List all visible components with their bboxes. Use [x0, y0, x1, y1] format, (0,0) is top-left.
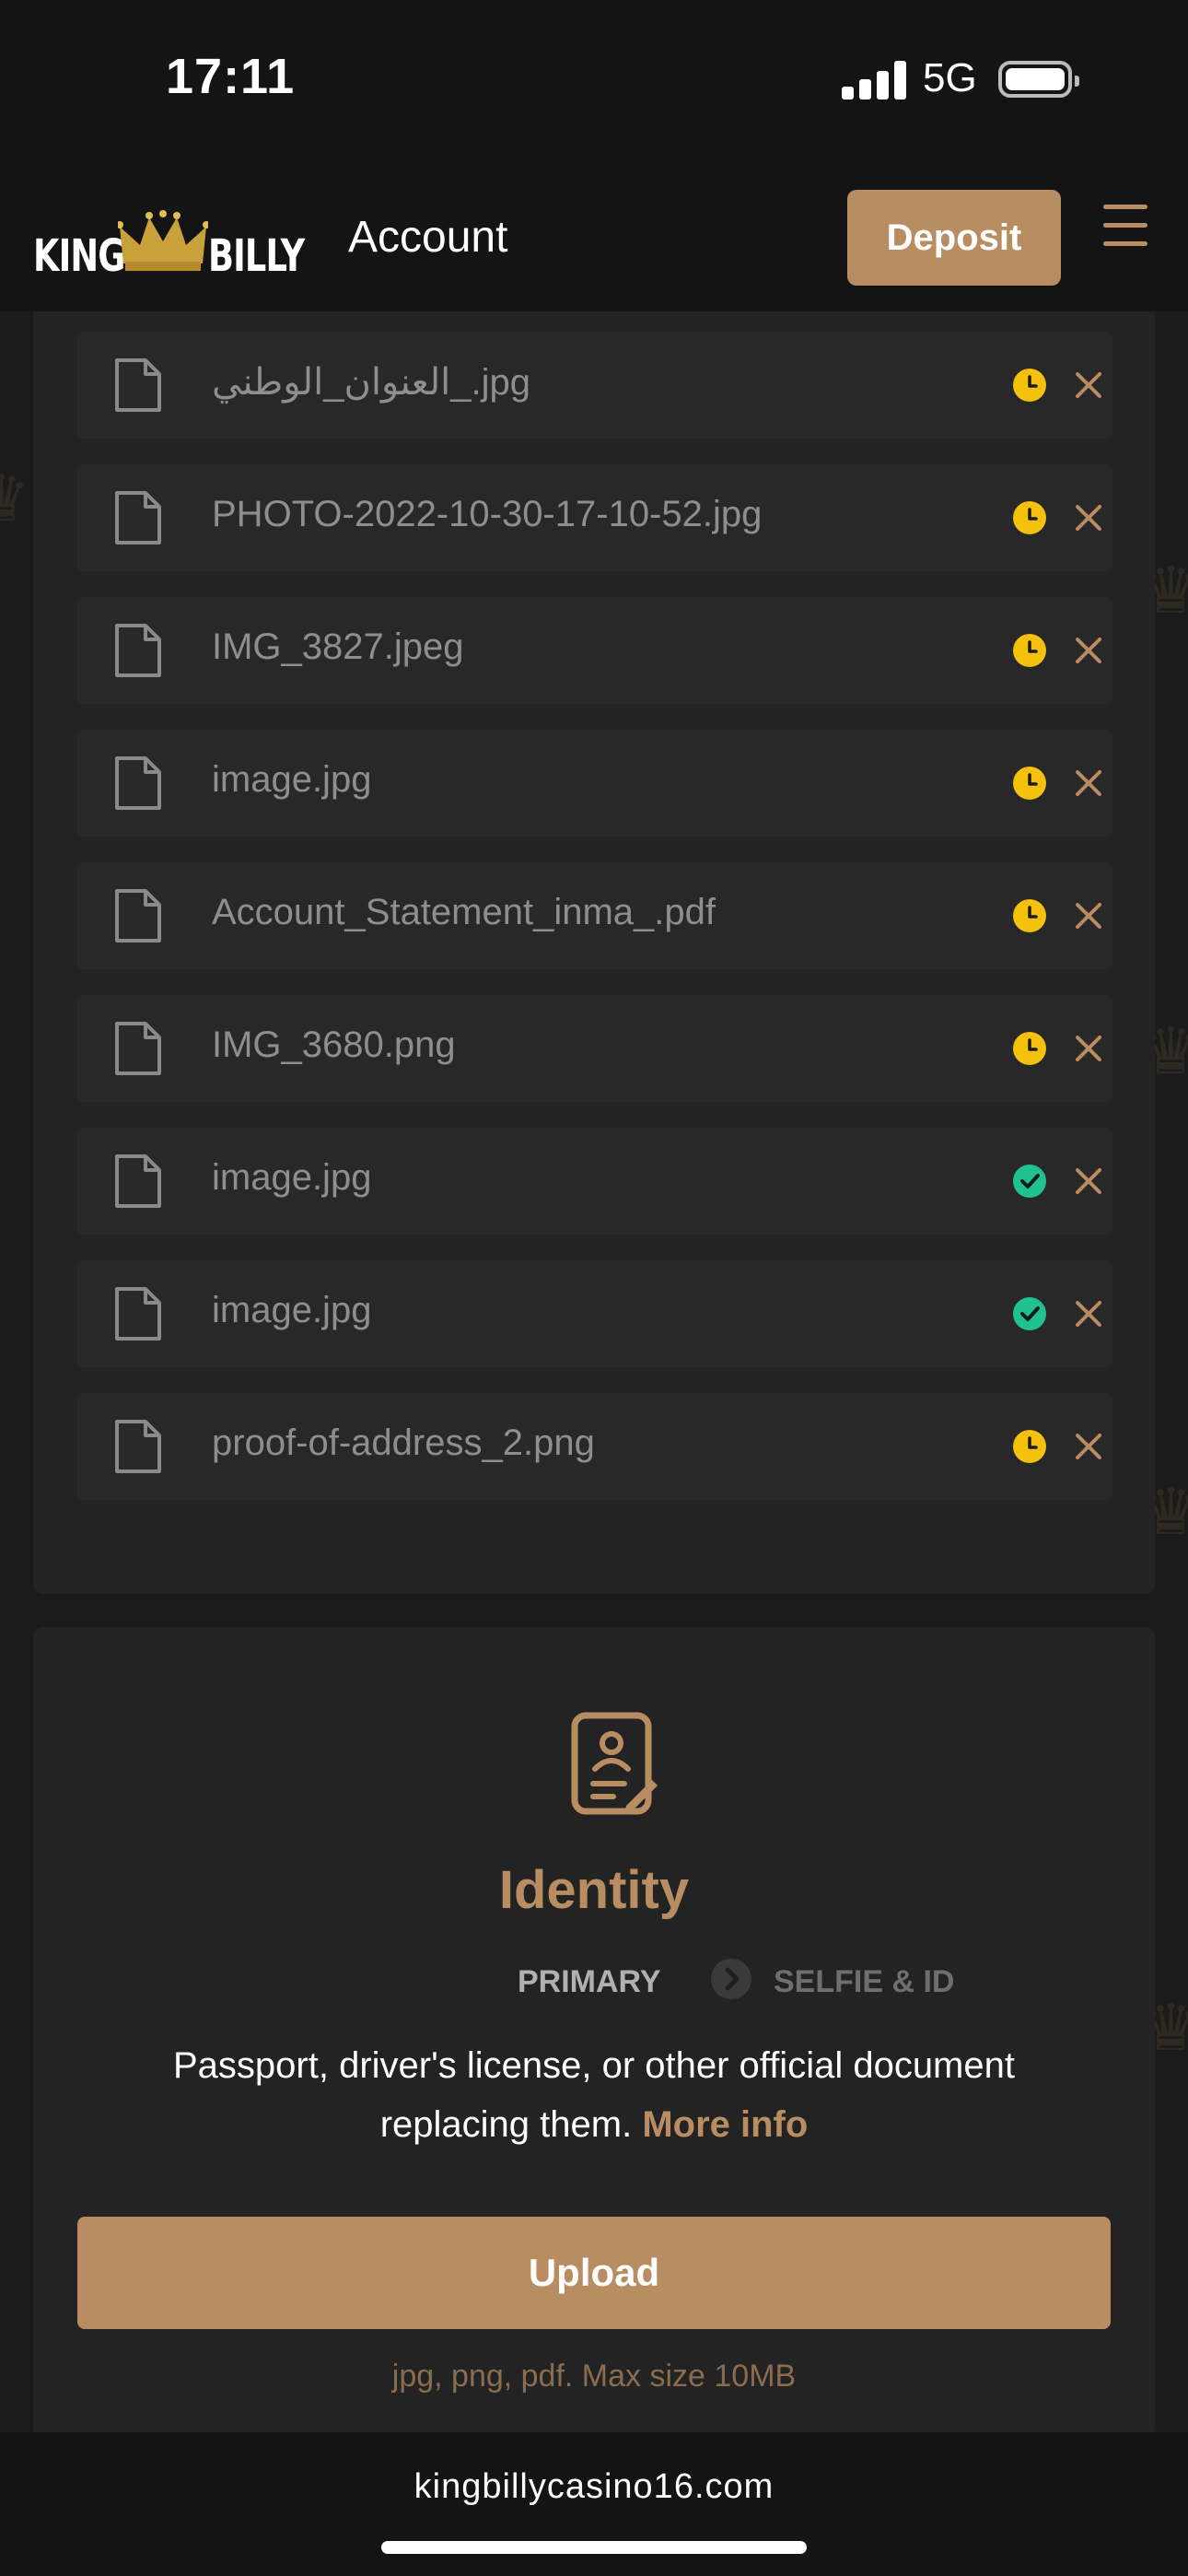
- page-title: Account: [348, 213, 508, 262]
- upload-hint: jpg, png, pdf. Max size 10MB: [391, 2359, 797, 2394]
- file-row[interactable]: image.jpg: [77, 730, 1112, 837]
- step-primary[interactable]: PRIMARY: [518, 1964, 661, 2000]
- file-row[interactable]: proof-of-address_2.png: [77, 1393, 1112, 1500]
- remove-file-icon[interactable]: [1070, 367, 1107, 404]
- file-icon: [115, 1287, 161, 1341]
- remove-file-icon[interactable]: [1070, 632, 1107, 669]
- file-name: IMG_3827.jpeg: [212, 626, 464, 667]
- identity-card: Identity PRIMARY SELFIE & ID Passport, d…: [33, 1627, 1155, 2438]
- url-text: kingbillycasino16.com: [413, 2467, 775, 2506]
- home-indicator[interactable]: [381, 2541, 807, 2554]
- file-icon: [115, 889, 161, 943]
- pending-clock-icon: [1013, 1032, 1046, 1065]
- file-row[interactable]: IMG_3827.jpeg: [77, 597, 1112, 704]
- approved-check-icon: [1013, 1297, 1046, 1330]
- file-name: PHOTO-2022-10-30-17-10-52.jpg: [212, 494, 763, 534]
- remove-file-icon[interactable]: [1070, 1428, 1107, 1465]
- logo-text-right: BILLY: [208, 230, 305, 282]
- file-row[interactable]: Account_Statement_inma_.pdf: [77, 862, 1112, 969]
- remove-file-icon[interactable]: [1070, 1030, 1107, 1067]
- king-billy-logo[interactable]: KING BILLY: [33, 208, 305, 282]
- crown-icon: [118, 210, 208, 271]
- file-icon: [115, 624, 161, 677]
- file-row[interactable]: PHOTO-2022-10-30-17-10-52.jpg: [77, 464, 1112, 571]
- pending-clock-icon: [1013, 369, 1046, 402]
- file-name: العنوان_الوطني_.jpg: [212, 362, 531, 403]
- file-icon: [115, 756, 161, 810]
- file-icon: [115, 358, 161, 412]
- file-name: image.jpg: [212, 759, 372, 800]
- approved-check-icon: [1013, 1165, 1046, 1198]
- remove-file-icon[interactable]: [1070, 897, 1107, 934]
- file-icon: [115, 1154, 161, 1208]
- uploaded-files-card: العنوان_الوطني_.jpgالعنوان_الوطني_.jpgPH…: [33, 199, 1155, 1594]
- battery-icon: [998, 61, 1079, 98]
- upload-button[interactable]: Upload: [77, 2217, 1111, 2329]
- identity-description: Passport, driver's license, or other off…: [107, 2036, 1081, 2154]
- file-icon: [115, 491, 161, 544]
- identity-title: Identity: [498, 1860, 690, 1920]
- status-bar: 17:11 5G: [0, 0, 1188, 162]
- file-row[interactable]: image.jpg: [77, 1128, 1112, 1235]
- step-selfie-id[interactable]: SELFIE & ID: [774, 1964, 954, 2000]
- file-icon: [115, 1420, 161, 1473]
- pending-clock-icon: [1013, 767, 1046, 800]
- pending-clock-icon: [1013, 899, 1046, 932]
- hamburger-menu-icon[interactable]: [1103, 203, 1149, 249]
- pending-clock-icon: [1013, 634, 1046, 667]
- more-info-link[interactable]: More info: [642, 2104, 808, 2145]
- remove-file-icon[interactable]: [1070, 499, 1107, 536]
- file-icon: [115, 1022, 161, 1075]
- pending-clock-icon: [1013, 501, 1046, 534]
- crown-pattern-icon: ♛: [0, 461, 30, 536]
- file-name: Account_Statement_inma_.pdf: [212, 892, 716, 932]
- chevron-right-icon: [711, 1959, 751, 1999]
- file-row[interactable]: IMG_3680.png: [77, 995, 1112, 1102]
- file-row[interactable]: العنوان_الوطني_.jpg: [77, 332, 1112, 439]
- network-label: 5G: [923, 55, 977, 100]
- identity-document-icon: [571, 1712, 658, 1815]
- pending-clock-icon: [1013, 1430, 1046, 1463]
- site-header: KING BILLY Account Deposit: [0, 162, 1188, 311]
- file-row[interactable]: image.jpg: [77, 1260, 1112, 1367]
- logo-text-left: KING: [33, 230, 125, 282]
- file-name: IMG_3680.png: [212, 1025, 456, 1065]
- remove-file-icon[interactable]: [1070, 1295, 1107, 1332]
- file-name: image.jpg: [212, 1290, 372, 1330]
- file-name: proof-of-address_2.png: [212, 1423, 595, 1463]
- file-name: image.jpg: [212, 1157, 372, 1198]
- verification-steps: PRIMARY SELFIE & ID: [33, 1959, 1155, 2010]
- signal-icon: [842, 61, 906, 100]
- identity-description-text: Passport, driver's license, or other off…: [173, 2045, 1015, 2145]
- remove-file-icon[interactable]: [1070, 1163, 1107, 1200]
- status-time: 17:11: [166, 49, 296, 104]
- deposit-button[interactable]: Deposit: [847, 190, 1061, 286]
- remove-file-icon[interactable]: [1070, 765, 1107, 802]
- browser-url-bar[interactable]: kingbillycasino16.com: [0, 2432, 1188, 2576]
